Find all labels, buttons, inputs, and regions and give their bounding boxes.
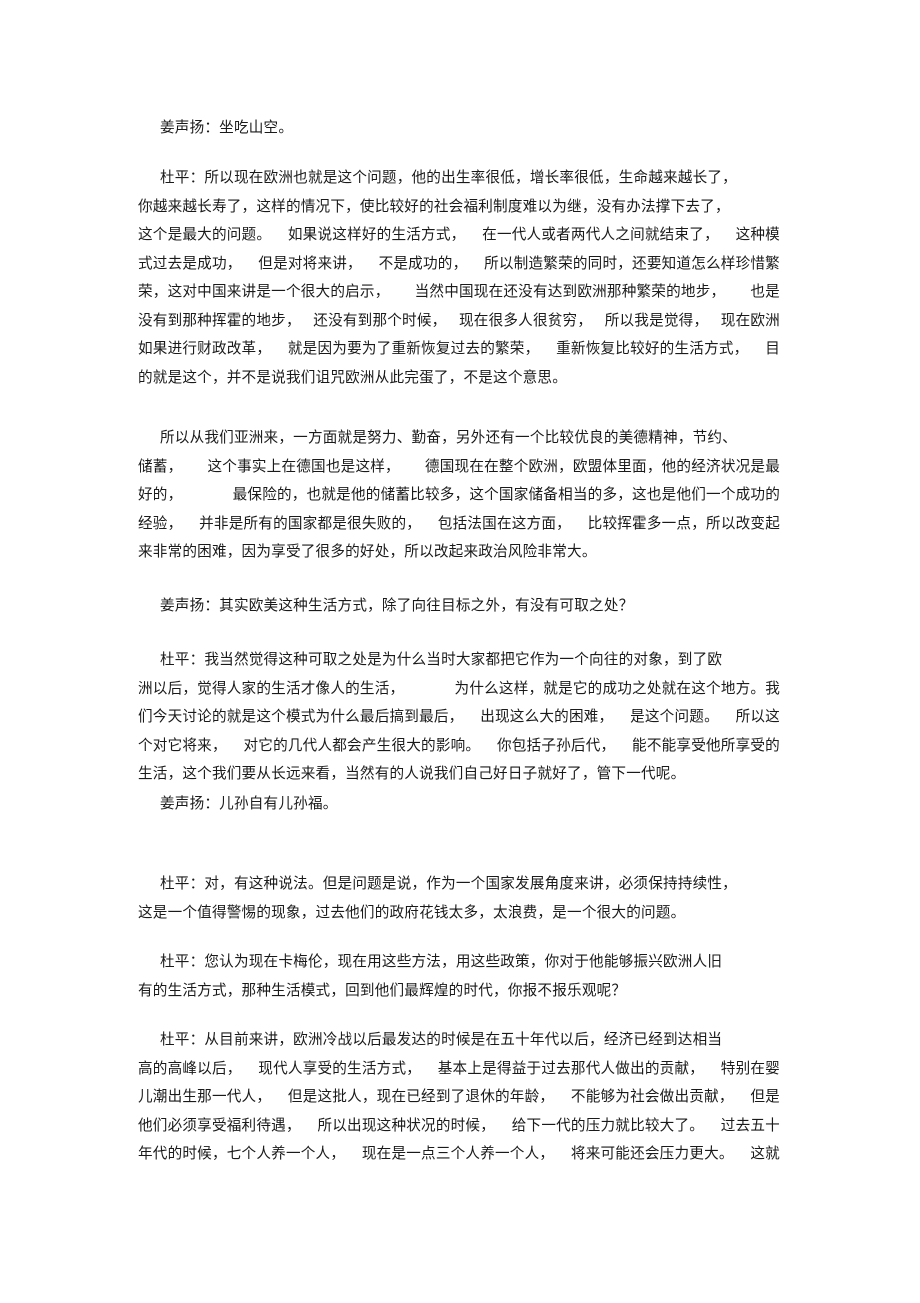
paragraph-host: 姜声扬：儿孙自有儿孙福。 [138,790,780,819]
text-line: 这个是最大的问题。 如果说这样好的生活方式， 在一代人或者两代人之间就结束了， 这种模 [138,221,780,250]
paragraph-host: 姜声扬：其实欧美这种生活方式，除了向往目标之外，有没有可取之处？ [138,592,780,621]
text-segment: 也是 [750,283,780,300]
text-line: 储蓄， 这个事实上在德国也是这样， 德国现在在整个欧洲，欧盟体里面，他的经济状况是最 [138,453,780,482]
text-segment: 高的高峰以后， [138,1059,242,1077]
text-line: 年代的时候，七个人养一个人， 现在是一点三个人养一个人， 将来可能还会压力更大。 这就 [138,1140,780,1169]
text-segment: 儿潮出生那一代人， [138,1088,272,1105]
text-line: 好的， 最保险的，也就是他的储蓄比较多，这个国家储备相当的多，这也是他们一个成功的 [138,481,780,510]
text-segment: 个对它将来， [138,736,227,754]
text-segment: 现在是一点三个人养一个人， [361,1145,555,1162]
text-segment: 特别在婴 [720,1059,780,1077]
text-segment: 基本上是得益于过去那代人做出的贡献， [437,1059,705,1077]
text-segment: 没有到那种挥霍的地步， [138,311,301,329]
text-segment: 德国现在在整个欧洲，欧盟体里面，他的经济状况是最 [424,457,780,475]
text-line: 有的生活方式，那种生活模式，回到他们最辉煌的时代，你报不报乐观呢？ [138,981,627,999]
text-line: 他们必须享受福利待遇， 所以出现这种状况的时候， 给下一代的压力就比较大了。 过去五十 [138,1112,780,1141]
text-line: 杜平：您认为现在卡梅伦，现在用这些方法，用这些政策，你对于他能够振兴欧洲人旧 [160,953,723,970]
text-segment: 但是 [750,1088,780,1105]
text-segment: 将来可能还会压力更大。 [570,1145,734,1162]
text-segment: 但是这批人，现在已经到了退休的年龄， [287,1088,555,1105]
text-line: 的就是这个，并不是说我们诅咒欧洲从此完蛋了，不是这个意思。 [138,368,568,386]
paragraph-host: 姜声扬：坐吃山空。 [138,114,780,143]
text-line: 杜平：从目前来讲，欧洲冷战以后最发达的时候是在五十年代以后，经济已经到达相当 [160,1031,723,1048]
text-segment: 们今天讨论的就是这个模式为什么最后搞到最后， [138,708,464,725]
text-segment: 包括法国在这方面， [437,514,571,532]
text-line: 荣，这对中国来讲是一个很大的启示， 当然中国现在还没有达到欧洲那种繁荣的地步， 也是 [138,278,780,307]
text-segment: 是这个问题。 [630,708,719,725]
text-segment: 当然中国现在还没有达到欧洲那种繁荣的地步， [414,283,726,300]
text-line: 生活，这个我们要从长远来看，当然有的人说我们自己好日子就好了，管下一代呢。 [138,765,686,782]
document-page: 姜声扬：坐吃山空。杜平：所以现在欧洲也就是这个问题，他的出生率很低，增长率很低，… [0,0,920,1303]
paragraph-guest: 杜平：所以现在欧洲也就是这个问题，他的出生率很低，增长率很低，生命越来越长了， 你… [138,164,780,392]
text-segment: 为什么这样，就是它的成功之处就在这个地方。我 [454,679,780,697]
paragraph-guest: 杜平：对，有这种说法。但是问题是说，作为一个国家发展角度来讲，必须保持持续性， 这… [138,870,780,927]
paragraph-guest: 杜平：从目前来讲，欧洲冷战以后最发达的时候是在五十年代以后，经济已经到达相当高的… [138,1026,780,1169]
text-segment: 就是因为要为了重新恢复过去的繁荣， [287,340,540,357]
text-segment: 现在欧洲 [720,311,780,329]
text-segment: 式过去是成功， [138,254,242,272]
paragraph-guest: 杜平：我当然觉得这种可取之处是为什么当时大家都把它作为一个向往的对象，到了欧洲以… [138,646,780,789]
text-line: 们今天讨论的就是这个模式为什么最后搞到最后， 出现这么大的困难， 是这个问题。 所以这 [138,703,780,732]
text-line: 杜平：我当然觉得这种可取之处是为什么当时大家都把它作为一个向往的对象，到了欧 [160,651,723,668]
text-segment: 并非是所有的国家都是很失败的， [199,514,422,532]
text-segment: 目 [765,340,780,357]
text-segment: 所以我是觉得， [604,311,709,329]
text-line: 杜平：对，有这种说法。但是问题是说，作为一个国家发展角度来讲，必须保持持续性， [160,875,737,892]
text-segment: 给下一代的压力就比较大了。 [511,1116,705,1134]
text-line: 你越来越长寿了，这样的情况下，使比较好的社会福利制度难以为继，没有办法撑下去了， [138,197,730,215]
text-segment: 这种模 [735,226,780,243]
text-segment: 能不能享受他所享受的 [632,736,780,754]
text-line: 式过去是成功， 但是对将来讲， 不是成功的， 所以制造繁荣的同时，还要知道怎么样珍惜繁 [138,250,780,279]
text-segment: 他们必须享受福利待遇， [138,1116,301,1134]
text-segment: 还没有到那个时候， [313,311,447,329]
text-segment: 洲以后，觉得人家的生活才像人的生活， [138,679,405,697]
text-line: 经验， 并非是所有的国家都是很失败的， 包括法国在这方面， 比较挥霍多一点，所以改变起 [138,510,780,539]
text-segment: 储蓄， [138,457,183,475]
text-segment: 荣，这对中国来讲是一个很大的启示， [138,283,390,300]
text-line: 姜声扬：儿孙自有儿孙福。 [160,795,338,812]
text-segment: 不是成功的， [378,254,468,272]
text-line: 姜声扬：其实欧美这种生活方式，除了向往目标之外，有没有可取之处？ [160,597,634,614]
text-segment: 所以制造繁荣的同时，还要知道怎么样珍惜繁 [484,254,780,272]
text-line: 个对它将来， 对它的几代人都会产生很大的影响。 你包括子孙后代， 能不能享受他所享受的 [138,732,780,761]
text-segment: 所以这 [735,708,780,725]
text-line: 洲以后，觉得人家的生活才像人的生活， 为什么这样，就是它的成功之处就在这个地方。我 [138,675,780,704]
text-line: 所以从我们亚洲来，一方面就是努力、勤奋，另外还有一个比较优良的美德精神，节约、 [160,429,737,446]
text-segment: 这就 [750,1145,780,1162]
text-segment: 在一代人或者两代人之间就结束了， [482,226,719,243]
text-segment: 但是对将来讲， [258,254,362,272]
paragraph-guest: 所以从我们亚洲来，一方面就是努力、勤奋，另外还有一个比较优良的美德精神，节约、储… [138,424,780,567]
text-segment: 现在很多人很贫穷， [458,311,593,329]
text-segment: 对它的几代人都会产生很大的影响。 [243,736,481,754]
text-segment: 所以出现这种状况的时候， [317,1116,495,1134]
text-segment: 好的， [138,486,183,503]
paragraph-guest: 杜平：您认为现在卡梅伦，现在用这些方法，用这些政策，你对于他能够振兴欧洲人旧有的… [138,948,780,1005]
text-segment: 经验， [138,514,183,532]
text-line: 姜声扬：坐吃山空。 [160,119,294,136]
text-line: 这是一个值得警惕的现象，过去他们的政府花钱太多，太浪费，是一个很大的问题。 [138,903,686,921]
text-segment: 出现这么大的困难， [480,708,614,725]
text-segment: 这个是最大的问题。 [138,226,272,243]
text-line: 如果进行财政改革， 就是因为要为了重新恢复过去的繁荣， 重新恢复比较好的生活方式， 目 [138,335,780,364]
text-segment: 不能够为社会做出贡献， [570,1088,734,1105]
text-line: 来非常的困难，因为享受了很多的好处，所以改起来政治风险非常大。 [138,543,597,560]
text-segment: 如果进行财政改革， [138,340,272,357]
text-line: 没有到那种挥霍的地步， 还没有到那个时候， 现在很多人很贫穷， 所以我是觉得， 现在欧洲 [138,307,780,336]
text-line: 高的高峰以后， 现代人享受的生活方式， 基本上是得益于过去那代人做出的贡献， 特别在婴 [138,1055,780,1084]
text-segment: 现代人享受的生活方式， [258,1059,422,1077]
text-segment: 重新恢复比较好的生活方式， [556,340,749,357]
text-segment: 过去五十 [720,1116,780,1134]
text-segment: 你包括子孙后代， [496,736,616,754]
text-line: 儿潮出生那一代人， 但是这批人，现在已经到了退休的年龄， 不能够为社会做出贡献， 但是 [138,1083,780,1112]
text-segment: 如果说这样好的生活方式， [287,226,466,243]
text-line: 杜平：所以现在欧洲也就是这个问题，他的出生率很低，增长率很低，生命越来越长了， [160,169,737,186]
text-segment: 这个事实上在德国也是这样， [207,457,400,475]
text-segment: 年代的时候，七个人养一个人， [138,1145,346,1162]
text-segment: 最保险的，也就是他的储蓄比较多，这个国家储备相当的多，这也是他们一个成功的 [232,486,780,503]
text-segment: 比较挥霍多一点，所以改变起 [587,514,780,532]
